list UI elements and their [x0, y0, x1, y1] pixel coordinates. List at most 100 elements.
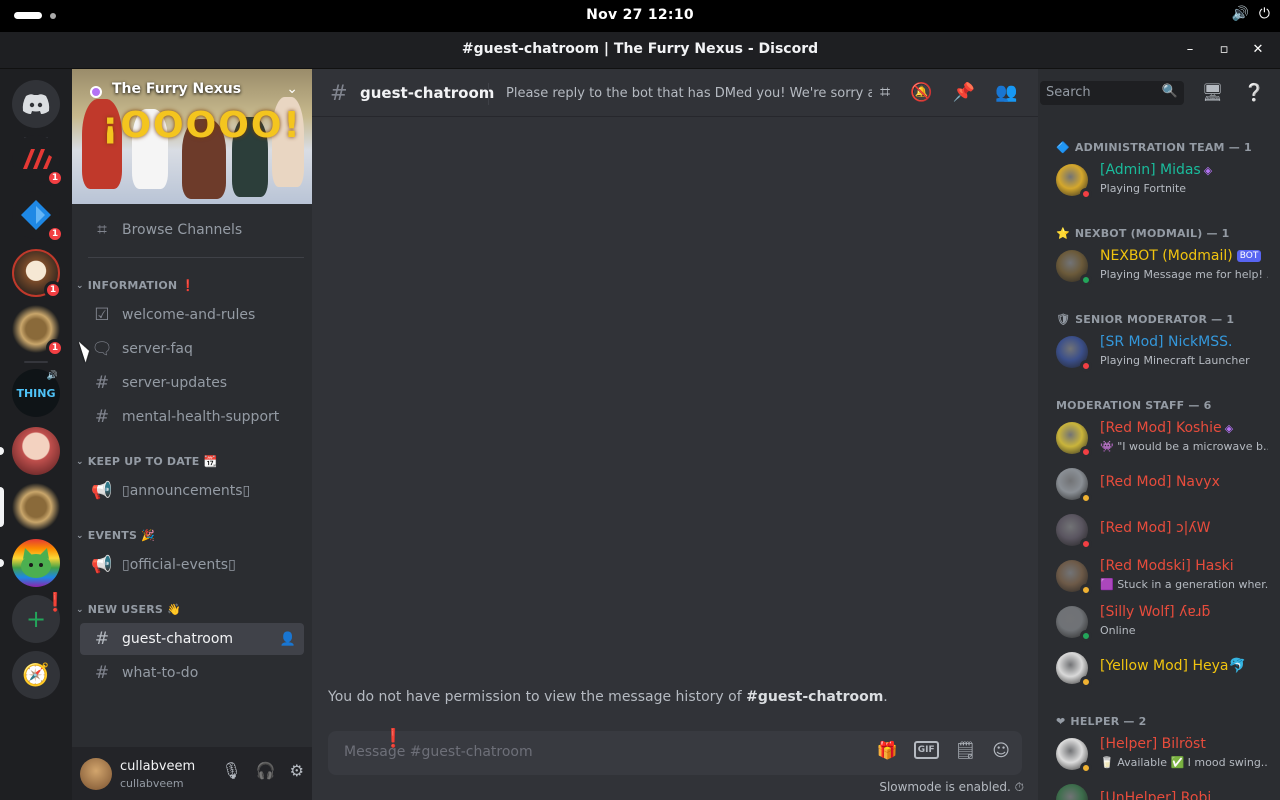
system-top-bar: Nov 27 12:10 🔊 ⏻	[0, 0, 1280, 32]
channel-welcome-and-rules[interactable]: ☑ welcome-and-rules	[80, 299, 304, 331]
server-anime-avatar[interactable]	[12, 427, 60, 475]
member-activity: Playing Minecraft Launcher	[1100, 354, 1250, 367]
maximize-button[interactable]: ▫	[1214, 40, 1234, 60]
member-row[interactable]: NEXBOT (Modmail) BOT Playing Message me f…	[1046, 245, 1272, 287]
member-name-text: NEXBOT (Modmail)	[1100, 248, 1233, 264]
emoji-icon[interactable]: ☺	[992, 741, 1010, 761]
banner-title-art: ¡OOOOO!	[102, 105, 302, 146]
server-paw-crest[interactable]: 1	[12, 305, 64, 357]
server-separator	[24, 361, 48, 363]
bot-tag: BOT	[1236, 250, 1262, 262]
volume-icon[interactable]: 🔊	[1231, 6, 1248, 22]
role-label: HELPER — 2	[1070, 715, 1147, 728]
category-information[interactable]: ⌄ INFORMATION ❗	[76, 279, 195, 292]
channel-server-updates[interactable]: # server-updates	[80, 367, 304, 399]
channel-label: ▯official-events▯	[122, 557, 236, 573]
clock[interactable]: Nov 27 12:10	[0, 7, 1280, 23]
loading-cursor-icon: ❗	[382, 728, 405, 749]
close-button[interactable]: ✕	[1248, 40, 1268, 60]
message-input[interactable]: Message #guest-chatroom 🎁 GIF 🗒 ☺	[328, 731, 1022, 775]
star-icon: ⭐	[1056, 227, 1070, 240]
explore-servers-button[interactable]: 🧭	[12, 651, 60, 699]
member-list-icon[interactable]: 👥	[995, 82, 1017, 103]
gear-icon[interactable]: ⚙	[290, 761, 304, 780]
channel-title: guest-chatroom	[360, 84, 495, 102]
role-label: NEXBOT (MODMAIL) — 1	[1074, 227, 1230, 240]
member-activity: 🟪 Stuck in a generation wher...	[1100, 578, 1268, 591]
chevron-down-icon[interactable]: ⌄	[286, 81, 298, 97]
hash-icon: #	[94, 407, 110, 427]
channel-topic[interactable]: Please reply to the bot that has DMed yo…	[506, 86, 872, 101]
status-indicator	[1080, 492, 1092, 504]
status-indicator	[1080, 274, 1092, 286]
channel-label: server-updates	[122, 375, 228, 391]
server-furry-nexus[interactable]	[12, 483, 60, 531]
member-activity: Online	[1100, 624, 1136, 637]
headphones-icon[interactable]: 🎧	[256, 761, 276, 780]
server-monkey[interactable]: 1	[12, 249, 62, 299]
member-row[interactable]: [Red Mod] Navyx	[1046, 463, 1272, 505]
member-row[interactable]: [Admin] Midas ◈ Playing Fortnite	[1046, 159, 1272, 201]
gift-icon[interactable]: 🎁	[877, 741, 898, 761]
pin-icon[interactable]: 📌	[953, 82, 975, 103]
server-thing[interactable]: THING 🔊	[12, 369, 60, 417]
boost-gem-icon: ◈	[1203, 164, 1213, 177]
channel-official-events[interactable]: 📢 ▯official-events▯	[80, 549, 304, 581]
invite-user-icon[interactable]: 👤	[280, 632, 296, 647]
category-events[interactable]: ⌄ EVENTS 🎉	[76, 529, 155, 542]
member-row[interactable]: [SR Mod] NickMSS. Playing Minecraft Laun…	[1046, 331, 1272, 373]
role-header-admin: 🔷 ADMINISTRATION TEAM — 1	[1056, 141, 1252, 154]
role-header-helper: ❤ HELPER — 2	[1056, 715, 1147, 728]
server-blue-app[interactable]: 1	[12, 191, 64, 243]
power-icon[interactable]: ⏻	[1259, 6, 1270, 22]
server-anydesk[interactable]: 1	[12, 135, 64, 187]
gif-button[interactable]: GIF	[913, 741, 939, 759]
avatar[interactable]	[80, 758, 112, 790]
search-input[interactable]: Search 🔍	[1040, 81, 1184, 105]
cat-face-icon	[21, 548, 51, 578]
server-unread-pill	[0, 559, 4, 567]
category-label: INFORMATION ❗	[87, 279, 196, 292]
channel-announcements[interactable]: 📢 ▯announcements▯	[80, 475, 304, 507]
channel-header: # guest-chatroom Please reply to the bot…	[312, 69, 1038, 117]
browse-channels[interactable]: ⌗ Browse Channels	[80, 214, 304, 246]
threads-icon[interactable]: ⌗	[880, 82, 890, 103]
server-banner[interactable]: ¡OOOOO! The Furry Nexus ⌄	[72, 69, 312, 204]
member-name: [Helper] Bilröst	[1100, 736, 1206, 752]
channel-mental-health-support[interactable]: # mental-health-support	[80, 401, 304, 433]
server-name: The Furry Nexus	[112, 81, 242, 97]
voice-speaker-icon: 🔊	[46, 371, 58, 381]
microphone-icon[interactable]: 🎙	[221, 761, 241, 780]
status-indicator	[1080, 762, 1092, 774]
member-name-text: [Yellow Mod] Heya🐬	[1100, 658, 1246, 674]
minimize-button[interactable]: –	[1180, 40, 1200, 60]
server-unread-pill	[0, 447, 4, 455]
help-icon[interactable]: ❔	[1244, 83, 1265, 103]
member-row[interactable]: [Red Mod] ↄ|ʎW	[1046, 509, 1272, 551]
member-row[interactable]: [Yellow Mod] Heya🐬	[1046, 647, 1272, 689]
channel-server-faq[interactable]: 🗨 server-faq	[80, 333, 304, 365]
member-row[interactable]: [UnHelper] Robi	[1046, 779, 1272, 800]
member-row[interactable]: [Silly Wolf] ʎɐɹƃ Online	[1046, 601, 1272, 643]
status-indicator	[1080, 584, 1092, 596]
member-row[interactable]: [Helper] Bilröst 🥛 Available ✅ I mood sw…	[1046, 733, 1272, 775]
category-keep-up-to-date[interactable]: ⌄ KEEP UP TO DATE 📆	[76, 455, 217, 468]
member-row[interactable]: [Red Mod] Koshie ◈ 👾 "I would be a microw…	[1046, 417, 1272, 459]
server-rainbow-cat[interactable]	[12, 539, 60, 587]
window-title: #guest-chatroom | The Furry Nexus - Disc…	[461, 41, 819, 57]
boost-gem-icon: ◈	[1224, 422, 1234, 435]
user-display-name[interactable]: cullabveem	[120, 759, 195, 774]
category-new-users[interactable]: ⌄ NEW USERS 👋	[76, 603, 181, 616]
chevron-down-icon: ⌄	[76, 456, 84, 467]
member-name: [Silly Wolf] ʎɐɹƃ	[1100, 604, 1210, 620]
channel-what-to-do[interactable]: # what-to-do	[80, 657, 304, 689]
notification-bell-muted-icon[interactable]: 🔕	[910, 82, 932, 103]
member-name-text: [Admin] Midas	[1100, 162, 1201, 178]
channel-guest-chatroom[interactable]: # guest-chatroom 👤	[80, 623, 304, 655]
inbox-icon[interactable]: 🖥	[1202, 83, 1224, 103]
status-indicator	[1080, 188, 1092, 200]
member-row[interactable]: [Red Modski] Haski 🟪 Stuck in a generati…	[1046, 555, 1272, 597]
home-button[interactable]	[12, 80, 60, 128]
hash-icon: #	[94, 373, 110, 393]
sticker-icon[interactable]: 🗒	[955, 741, 977, 761]
